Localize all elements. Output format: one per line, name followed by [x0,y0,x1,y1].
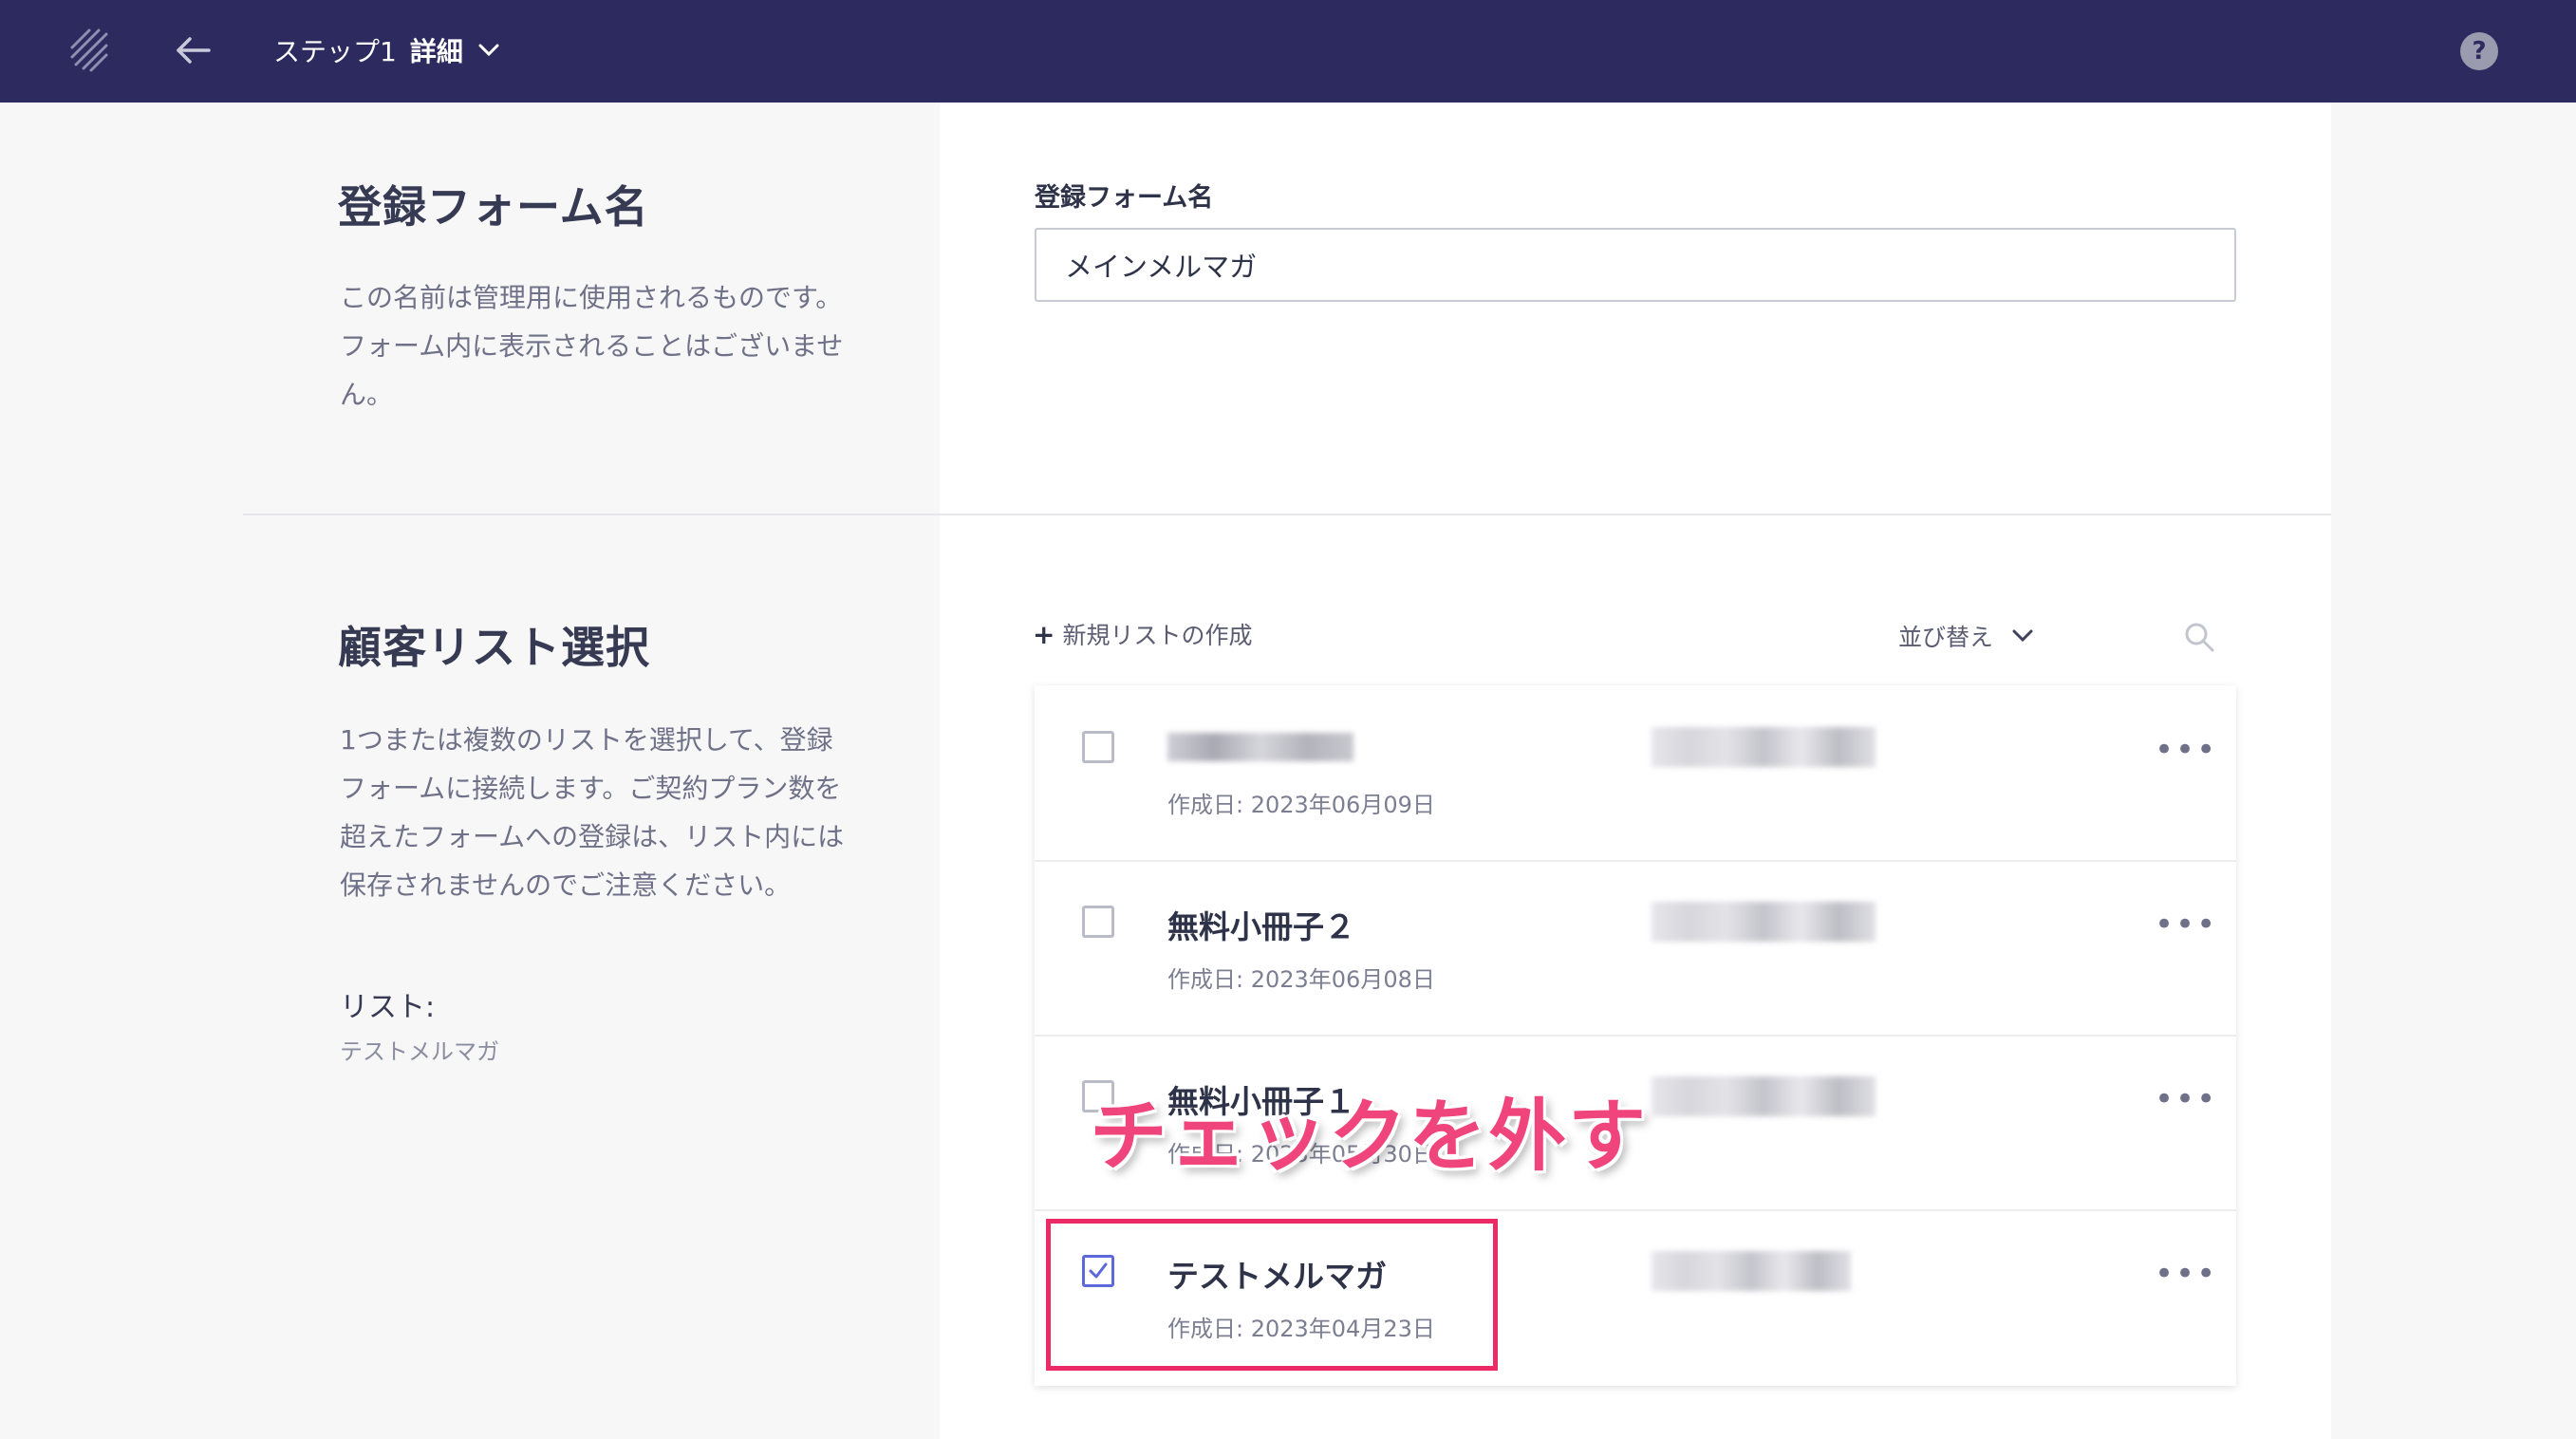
desc-line: ん。 [340,379,394,410]
list-item-date: 作成日: 2023年06月09日 [1167,792,1435,818]
blurred-info [1652,1251,1851,1291]
list-select-description: 1つまたは複数のリストを選択して、登録 フォームに接続します。ご契約プラン数を … [340,716,871,909]
blurred-info [1652,1076,1876,1116]
more-options-icon[interactable]: ••• [2155,734,2217,766]
selected-list-value: テストメルマガ [340,1038,499,1065]
list-item-date: 作成日: 2023年06月08日 [1167,966,1435,993]
help-button[interactable]: ? [2460,32,2498,70]
step-label: ステップ1 [273,36,397,67]
search-icon[interactable] [2183,621,2215,653]
desc-line: 超えたフォームへの登録は、リスト内には [340,821,845,852]
desc-line: 保存されませんのでご注意ください。 [340,869,792,901]
step-selector[interactable]: ステップ1 詳細 [273,28,499,72]
form-name-description: この名前は管理用に使用されるものです。 フォーム内に表示されることはございませ … [340,273,871,419]
list-item-name: 無料小冊子２ [1167,908,1355,945]
selected-list-label: リスト: [340,991,436,1024]
blurred-info [1652,727,1876,767]
desc-line: フォームに接続します。ご契約プラン数を [340,773,842,804]
list-select-title: 顧客リスト選択 [338,622,650,673]
desc-line: この名前は管理用に使用されるものです。 [340,282,843,313]
list-item[interactable]: 無料小冊子２ 作成日: 2023年06月08日 ••• [1035,860,2236,1037]
plus-icon: + [1033,619,1055,650]
blurred-info [1652,902,1876,942]
form-name-title: 登録フォーム名 [338,181,649,233]
more-options-icon[interactable]: ••• [2155,1083,2217,1115]
chevron-down-icon [478,44,499,57]
list-item[interactable]: 作成日: 2023年06月09日 ••• [1035,685,2236,862]
more-options-icon[interactable]: ••• [2155,908,2217,941]
back-arrow-icon[interactable] [175,34,213,66]
blurred-name [1167,733,1353,761]
chevron-down-icon [2012,629,2033,643]
form-name-input[interactable] [1035,228,2236,302]
list-checkbox[interactable] [1082,906,1114,938]
step-detail: 詳細 [409,36,463,67]
sort-label: 並び替え [1898,624,1994,651]
desc-line: 1つまたは複数のリストを選択して、登録 [340,724,833,756]
form-name-field-label: 登録フォーム名 [1035,183,1214,213]
more-options-icon[interactable]: ••• [2155,1258,2217,1290]
desc-line: フォーム内に表示されることはございませ [340,330,844,362]
list-checkbox[interactable] [1082,731,1114,763]
logo-icon [70,28,108,72]
new-list-label: 新規リストの作成 [1062,622,1253,649]
new-list-button[interactable]: + 新規リストの作成 [1033,617,1252,651]
highlight-box [1046,1219,1498,1371]
annotation-text: チェックを外す [1090,1092,1649,1182]
sort-dropdown[interactable]: 並び替え [1898,619,2033,653]
top-bar: ステップ1 詳細 ? [0,0,2576,103]
section-divider [243,514,2331,515]
